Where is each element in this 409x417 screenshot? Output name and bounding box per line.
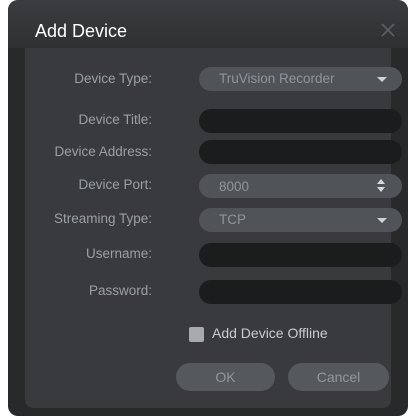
streaming-type-value: TCP [219,212,246,227]
form-panel: Device Type: TruVision Recorder Device T… [25,48,402,408]
password-input[interactable] [199,280,402,304]
device-type-select[interactable]: TruVision Recorder [199,67,402,91]
close-icon[interactable] [380,22,396,38]
device-port-spinner[interactable]: 8000 [199,174,402,198]
add-device-offline-label[interactable]: Add Device Offline [212,325,328,341]
streaming-type-label: Streaming Type: [53,211,152,226]
device-title-label: Device Title: [78,112,152,127]
device-type-label: Device Type: [74,71,152,86]
cancel-button[interactable]: Cancel [288,363,389,391]
spinner-down-icon[interactable] [377,187,385,192]
username-input[interactable] [199,243,402,267]
add-device-dialog: Add Device Device Type: TruVision Record… [8,0,408,416]
dialog-title: Add Device [35,21,128,41]
device-port-label: Device Port: [78,177,152,192]
add-device-offline-checkbox[interactable] [189,327,204,342]
title-bar[interactable]: Add Device [8,0,408,48]
spinner-up-icon[interactable] [377,179,385,184]
username-label: Username: [85,246,152,261]
chevron-down-icon [377,218,387,223]
device-type-value: TruVision Recorder [219,71,335,86]
ok-button[interactable]: OK [176,363,275,391]
device-title-input[interactable] [199,109,402,133]
streaming-type-select[interactable]: TCP [199,208,402,232]
device-address-label: Device Address: [54,144,152,159]
password-label: Password: [88,283,152,298]
chevron-down-icon [377,77,387,82]
device-address-input[interactable] [199,140,402,164]
device-port-value: 8000 [219,179,250,194]
spinner-arrows-icon[interactable] [377,179,385,193]
